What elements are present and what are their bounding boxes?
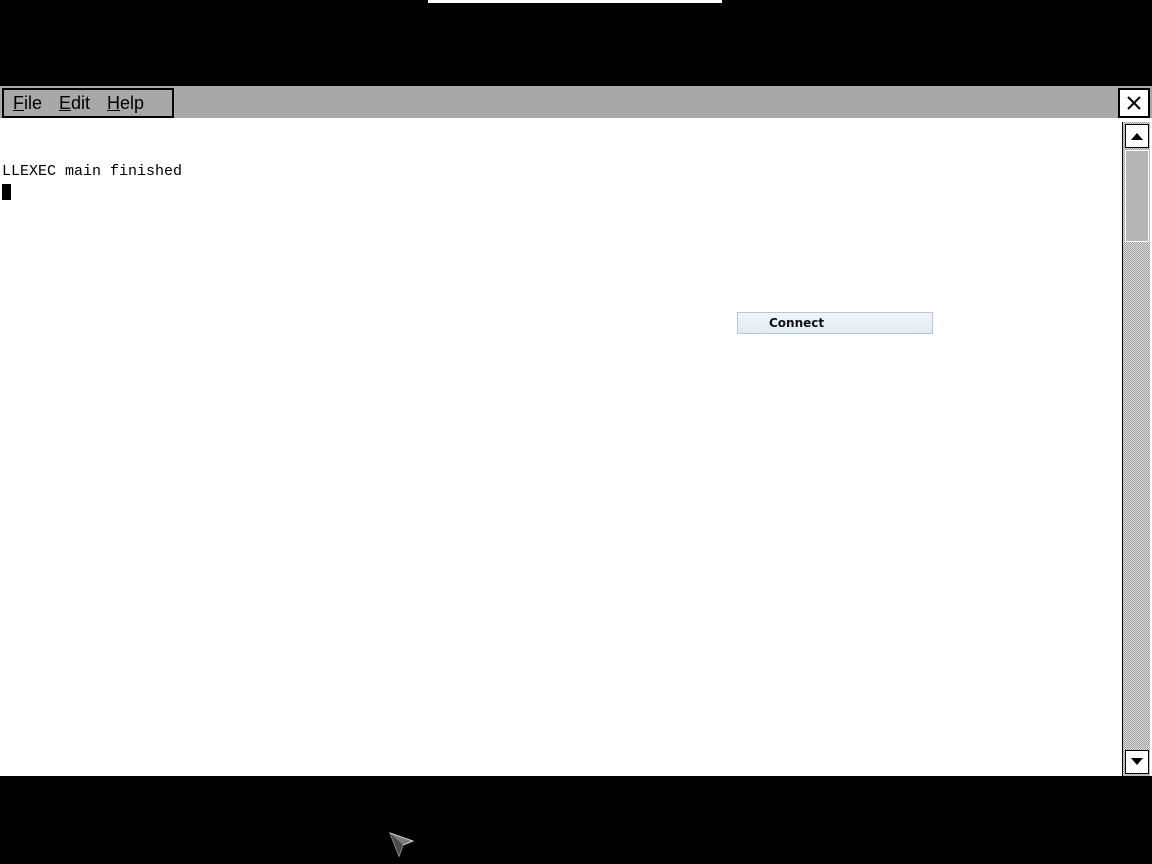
scroll-up-button[interactable] [1125, 124, 1149, 148]
menu-file[interactable]: File [4, 93, 50, 114]
menu-bar: File Edit Help [0, 86, 1152, 120]
vertical-scrollbar[interactable] [1122, 122, 1150, 776]
menu-help-label: elp [120, 92, 145, 113]
top-tab-strip [428, 0, 722, 3]
console-window: File Edit Help LLEXEC main finished Conn… [0, 86, 1152, 776]
menu-edit[interactable]: Edit [50, 93, 98, 114]
scroll-down-button[interactable] [1125, 750, 1149, 774]
menu-group: File Edit Help [2, 88, 174, 118]
menu-file-label: ile [24, 92, 43, 113]
arrow-up-icon [1131, 133, 1143, 140]
menu-edit-accel: E [59, 92, 72, 113]
menu-help-accel: H [107, 92, 121, 113]
menu-file-accel: F [13, 92, 24, 113]
text-cursor [2, 184, 11, 200]
close-icon [1127, 96, 1141, 110]
arrow-down-icon [1131, 758, 1143, 765]
console-output-area[interactable]: LLEXEC main finished Connect [2, 122, 1120, 774]
menu-edit-label: dit [71, 92, 91, 113]
close-button[interactable] [1118, 88, 1150, 118]
scroll-thumb[interactable] [1125, 150, 1149, 242]
mouse-pointer-icon [389, 832, 415, 858]
console-line: LLEXEC main finished [2, 163, 183, 180]
menu-help[interactable]: Help [98, 93, 152, 114]
connect-button[interactable]: Connect [737, 312, 933, 334]
